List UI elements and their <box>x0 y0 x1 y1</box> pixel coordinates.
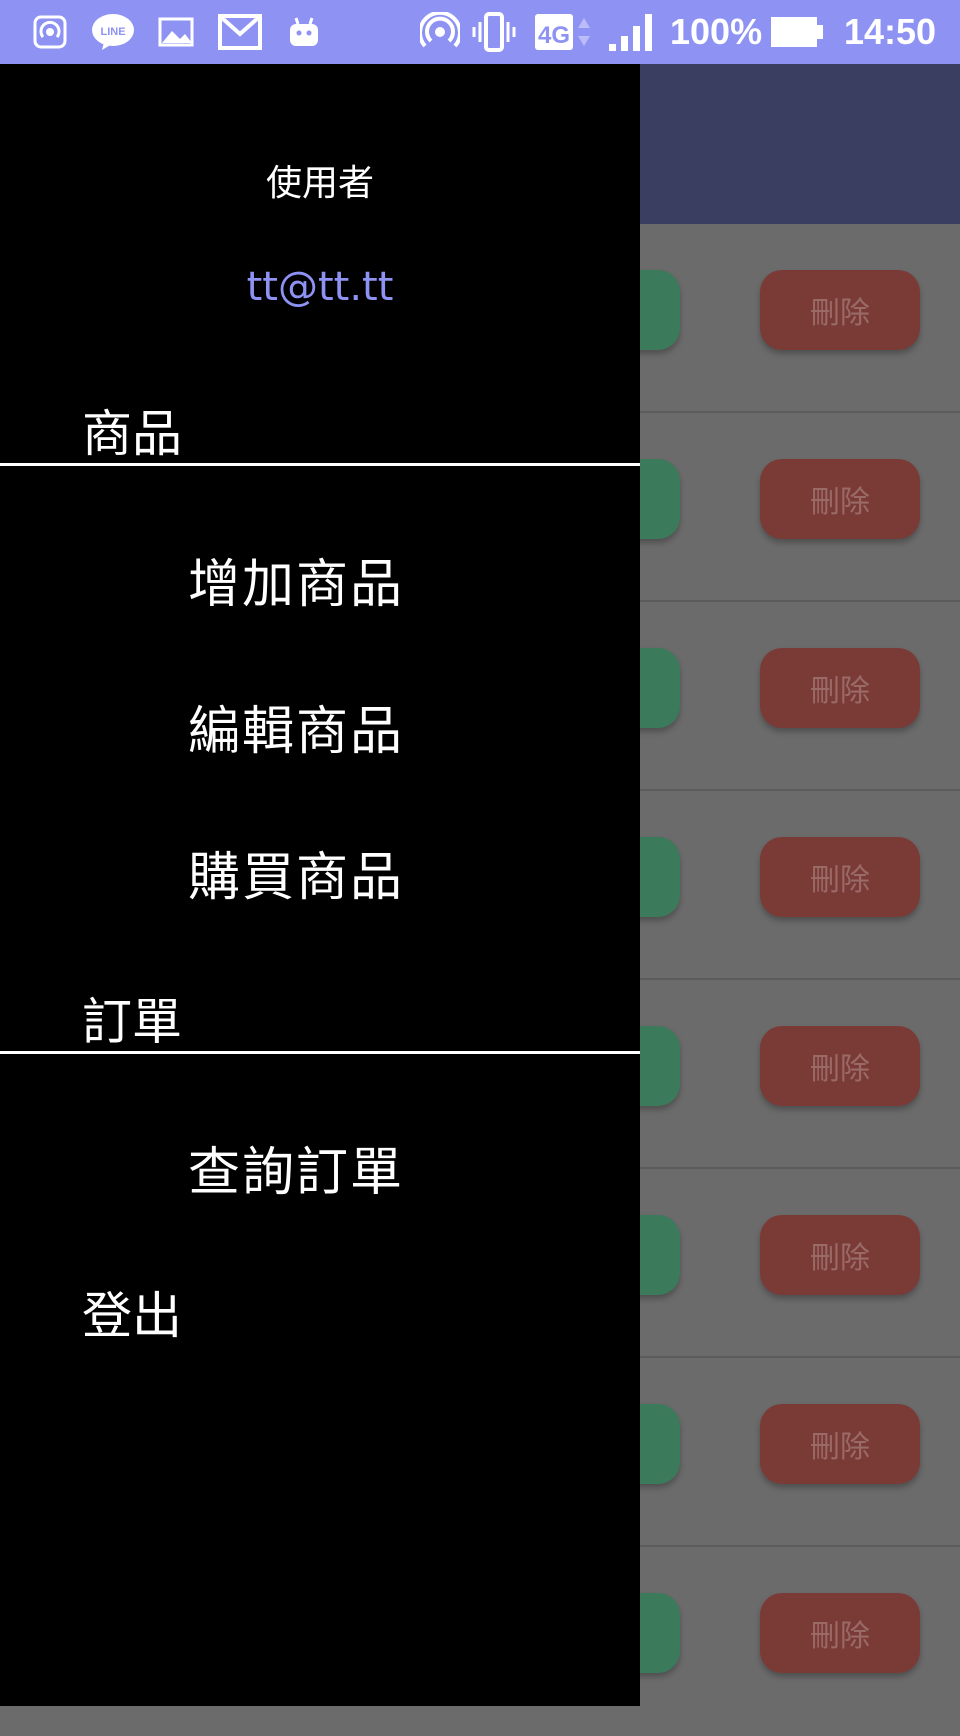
line-app-icon: LINE <box>88 12 138 52</box>
section-title-orders: 訂單 <box>82 993 182 1051</box>
menu-item-query-orders[interactable]: 查詢訂單 <box>188 1130 404 1205</box>
svg-text:LINE: LINE <box>100 26 125 38</box>
delete-button[interactable]: 刪除 <box>760 459 920 539</box>
clock: 14:50 <box>844 11 937 52</box>
delete-button[interactable]: 刪除 <box>760 1215 920 1295</box>
delete-button[interactable]: 刪除 <box>760 648 920 728</box>
delete-button[interactable]: 刪除 <box>760 1593 920 1673</box>
hotspot-icon <box>418 12 462 52</box>
section-divider <box>0 1051 640 1054</box>
menu-item-edit-product[interactable]: 編輯商品 <box>188 689 404 764</box>
hotspot-icon <box>30 12 70 52</box>
user-label: 使用者 <box>265 163 374 204</box>
gmail-icon <box>216 12 264 52</box>
user-email: tt@tt.tt <box>246 264 394 310</box>
delete-button[interactable]: 刪除 <box>760 1404 920 1484</box>
vibrate-icon <box>472 12 516 52</box>
signal-icon <box>606 12 656 52</box>
status-bar: LINE 4G 100% 14:50 <box>0 0 960 64</box>
image-icon <box>156 12 196 52</box>
android-icon <box>284 12 324 52</box>
svg-text:4G: 4G <box>538 22 570 49</box>
battery-percent: 100% <box>670 11 763 52</box>
section-divider <box>0 463 640 466</box>
navigation-drawer: 使用者 tt@tt.tt 商品 增加商品 編輯商品 購買商品 訂單 查詢訂單 登… <box>0 64 640 1706</box>
menu-item-buy-product[interactable]: 購買商品 <box>188 835 404 910</box>
battery-icon <box>770 12 824 52</box>
section-title-products: 商品 <box>82 405 182 463</box>
delete-button[interactable]: 刪除 <box>760 270 920 350</box>
delete-button[interactable]: 刪除 <box>760 1026 920 1106</box>
menu-item-logout[interactable]: 登出 <box>82 1276 182 1348</box>
network-4g-icon: 4G <box>534 12 596 52</box>
menu-item-add-product[interactable]: 增加商品 <box>188 542 404 617</box>
delete-button[interactable]: 刪除 <box>760 837 920 917</box>
